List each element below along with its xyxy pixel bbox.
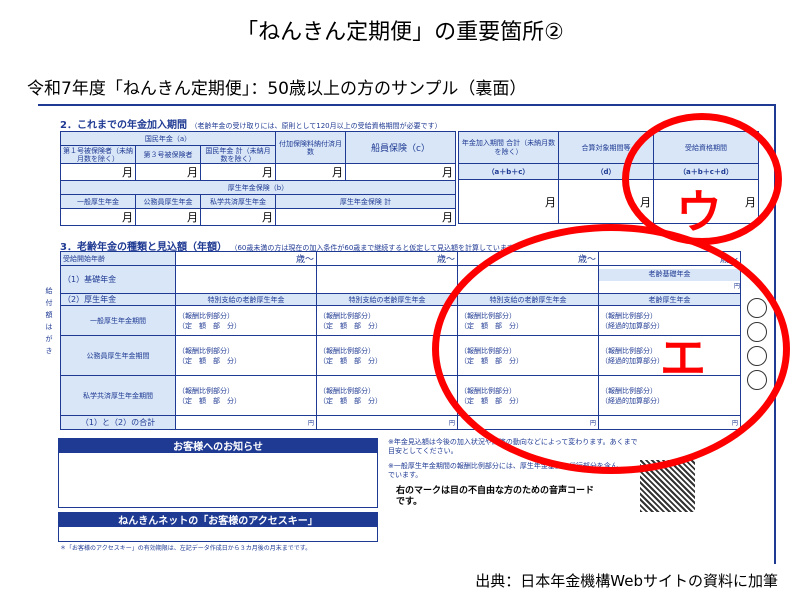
slide-subtitle: 令和7年度「ねんきん定期便」：50歳以上の方のサンプル（裏面） <box>27 79 527 99</box>
annotation-label-e: エ <box>660 331 706 385</box>
month-cell: 月 <box>60 208 136 226</box>
row-ippan: 一般厚生年金期間 <box>60 305 176 336</box>
start-age-label: 受給開始年齢 <box>60 251 176 266</box>
kosei-col-total: 厚生年金保険 計 <box>275 194 457 209</box>
month-cell: 月 <box>275 208 457 226</box>
fuka-header: 付加保険料納付済月数 <box>275 131 347 164</box>
annotation-label-u: ウ <box>676 185 722 239</box>
access-key-header: ねんきんネットの「お客様のアクセスキー」 <box>58 512 378 527</box>
section2-heading: 2．これまでの年金加入期間 （老齢年金の受け取りには、原則として120月以上の受… <box>60 120 442 131</box>
month-cell: 月 <box>135 208 201 226</box>
row-shigaku: 私学共済厚生年金期間 <box>60 375 176 416</box>
month-cell: 月 <box>60 163 136 181</box>
amount-cell: （報酬比例部分） （定 額 部 分） <box>175 305 317 336</box>
age-cell: 歳〜 <box>175 251 317 266</box>
total-formula: （a＋b＋c） <box>458 163 559 180</box>
kosei-col-shigaku: 私学共済厚生年金 <box>199 194 277 209</box>
month-cell: 月 <box>135 163 201 181</box>
month-cell: 月 <box>199 163 277 181</box>
notice-box <box>58 452 378 508</box>
senin-header: 船員保険（c） <box>345 131 457 164</box>
dai1-header: 第１号被保険者（未納月数を除く） <box>60 145 136 164</box>
source-credit: 出典：日本年金機構Webサイトの資料に加筆 <box>475 572 778 590</box>
kosei-header: 厚生年金保険（b） <box>59 180 457 195</box>
kokumin-table: 国民年金（a） 付加保険料納付済月数 船員保険（c） 第１号被保険者（未納月数を… <box>59 131 457 226</box>
annotation-ring-e <box>432 224 790 474</box>
amount-cell: （報酬比例部分） （定 額 部 分） <box>175 375 317 416</box>
kosei-label: （2）厚生年金 <box>60 293 176 306</box>
month-cell: 月 <box>458 179 559 224</box>
total-label: （1）と（2）の合計 <box>60 415 176 430</box>
tokubetsu-header: 特別支給の老齢厚生年金 <box>316 293 458 306</box>
voice-code-note: 右のマークは目の不自由な方のための音声コードです。 <box>396 486 595 507</box>
amount-cell: （報酬比例部分） （定 額 部 分） <box>175 335 317 376</box>
amount-cell: （報酬比例部分） （定 額 部 分） <box>316 375 458 416</box>
kokumin-total-header: 国民年金 計（未納月数を除く） <box>199 145 277 164</box>
dai3-header: 第３号被保険者 <box>135 145 201 164</box>
kosei-col-ippan: 一般厚生年金 <box>60 194 136 209</box>
tokubetsu-header: 特別支給の老齢厚生年金 <box>175 293 317 306</box>
kokumin-header: 国民年金（a） <box>59 131 277 146</box>
month-cell: 月 <box>199 208 277 226</box>
yen-cell: 円 <box>316 415 458 430</box>
access-key-box <box>58 526 378 542</box>
total-period-header: 年金加入期間 合計（未納月数を除く） <box>458 131 559 164</box>
row-komuin: 公務員厚生年金期間 <box>60 335 176 376</box>
month-cell: 月 <box>275 163 347 181</box>
yen-cell: 円 <box>175 415 317 430</box>
access-key-note: ＊「お客様のアクセスキー」の有効期限は、左記データ作成日から３カ月後の月末までで… <box>60 545 312 552</box>
month-cell: 月 <box>345 163 457 181</box>
slide-title: 「ねんきん定期便」の重要箇所② <box>236 20 564 45</box>
notice-header: お客様へのお知らせ <box>58 438 378 453</box>
kiso-label: （1）基礎年金 <box>60 265 176 294</box>
age-cell: 歳〜 <box>316 251 458 266</box>
vertical-label: 給付額 は が き <box>45 287 60 355</box>
kosei-col-komuin: 公務員厚生年金 <box>135 194 201 209</box>
